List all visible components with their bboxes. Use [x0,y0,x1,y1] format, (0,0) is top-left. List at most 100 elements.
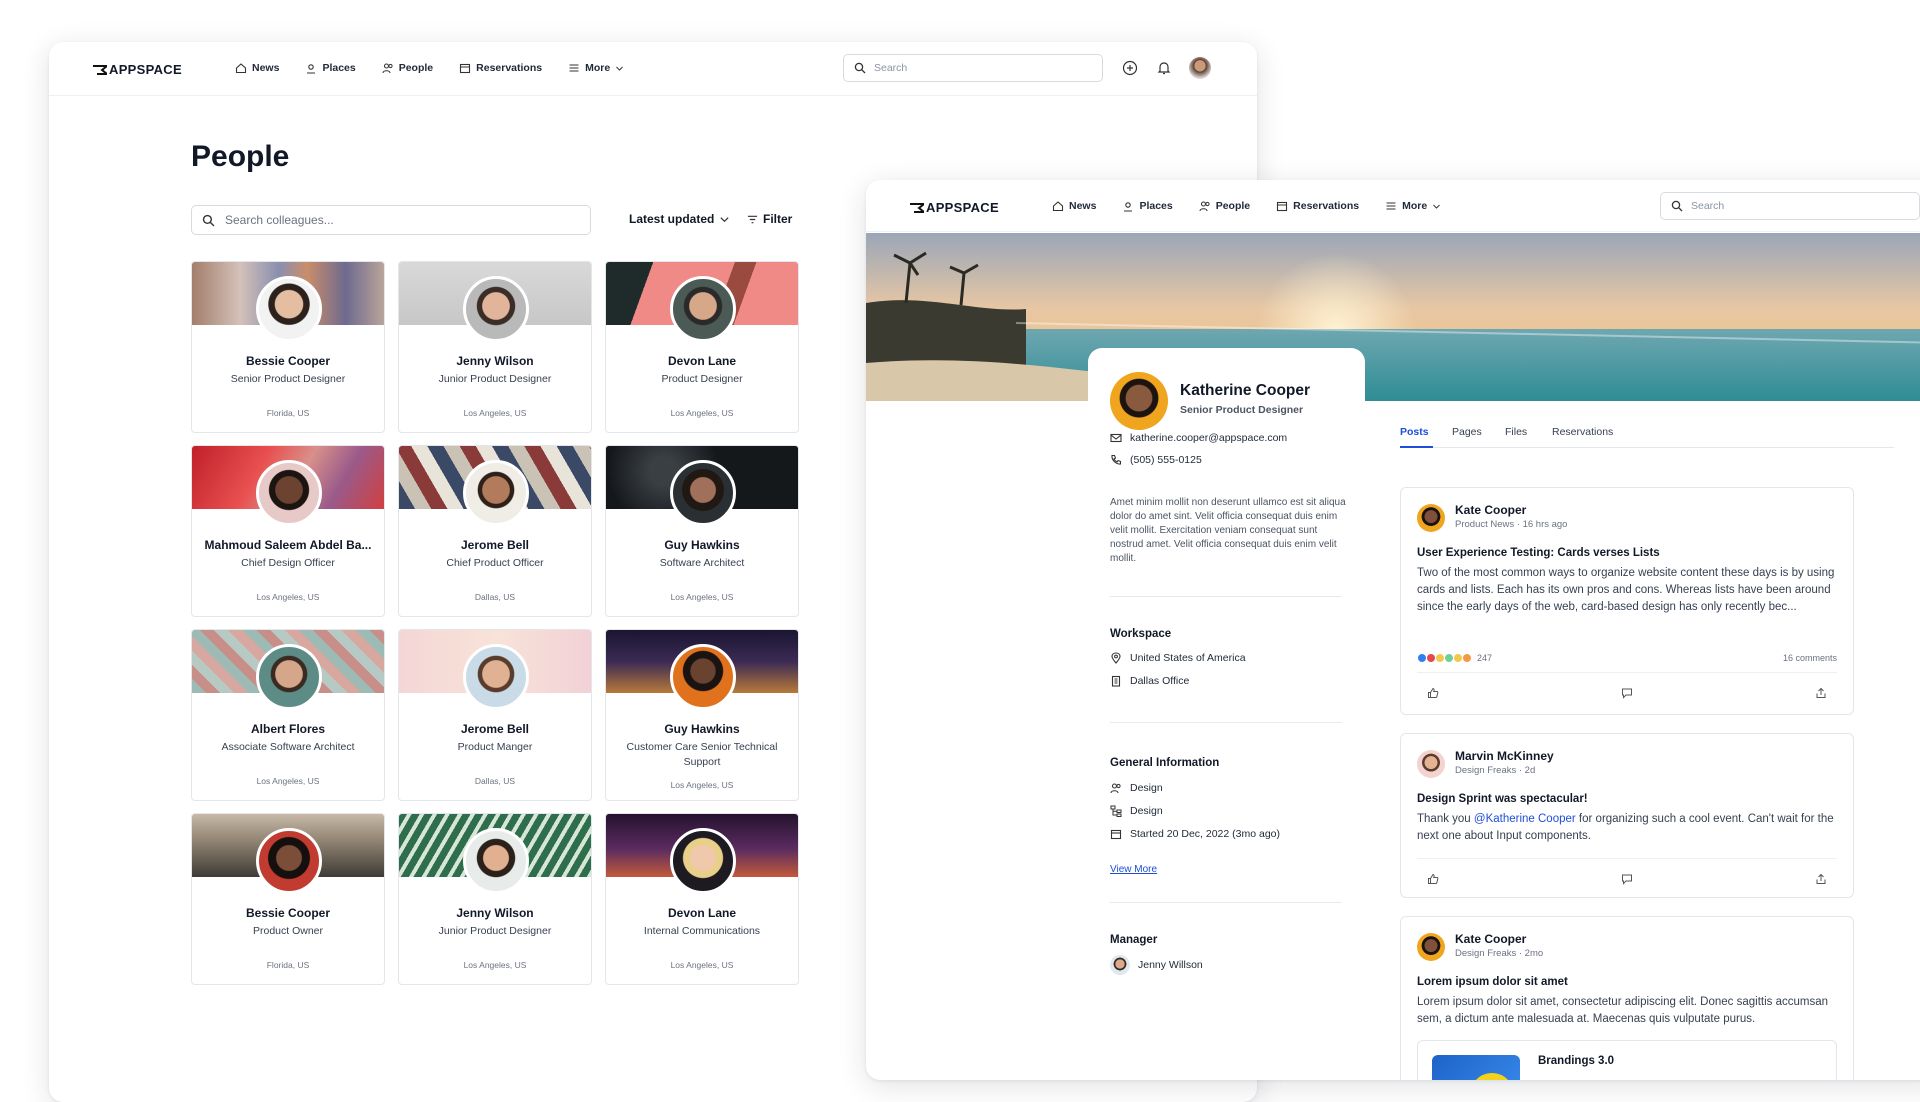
location-pin-icon [1111,652,1121,664]
person-location: Los Angeles, US [256,592,320,602]
profile-phone[interactable]: (505) 555-0125 [1110,454,1202,466]
post-actions [1401,687,1853,711]
sort-dropdown[interactable]: Latest updated [629,212,730,226]
nav-people[interactable]: People [1199,200,1250,212]
person-location: Los Angeles, US [670,960,734,970]
person-card[interactable]: Albert Flores Associate Software Archite… [191,629,385,801]
post-meta: Product News · 16 hrs ago [1455,519,1568,530]
workspace-office: Dallas Office [1110,675,1189,687]
post-title[interactable]: User Experience Testing: Cards verses Li… [1417,547,1660,559]
appspace-logo[interactable]: APPSPACE [910,200,999,215]
person-avatar [256,276,322,342]
person-card[interactable]: Jenny Wilson Junior Product Designer Los… [398,261,592,433]
person-card[interactable]: Devon Lane Product Designer Los Angeles,… [605,261,799,433]
search-icon [1671,200,1683,212]
post-author[interactable]: Marvin McKinney [1455,749,1554,763]
tab-files[interactable]: Files [1505,426,1527,438]
manager-heading: Manager [1110,934,1158,946]
share-icon[interactable] [1815,873,1827,885]
colleague-search-input[interactable]: Search colleagues... [191,205,591,235]
nav-news-label: News [252,62,280,74]
global-search-placeholder: Search [874,62,908,74]
post-author[interactable]: Kate Cooper [1455,932,1526,946]
profile-tabs: Posts Pages Files Reservations [1400,420,1894,448]
workspace-country-text: United States of America [1130,652,1246,664]
add-button[interactable] [1120,58,1140,78]
filter-button[interactable]: Filter [747,212,792,226]
person-role: Customer Care Senior Technical Support [626,741,778,768]
person-card[interactable]: Guy Hawkins Software Architect Los Angel… [605,445,799,617]
person-card[interactable]: Guy Hawkins Customer Care Senior Technic… [605,629,799,801]
hamburger-icon [569,64,579,72]
person-card[interactable]: Jerome Bell Chief Product Officer Dallas… [398,445,592,617]
post-title[interactable]: Lorem ipsum dolor sit amet [1417,976,1568,988]
general-team: Design [1110,782,1163,794]
calendar-icon [460,63,471,74]
appspace-logo[interactable]: APPSPACE [93,62,182,77]
person-avatar [670,460,736,526]
profile-cover-image [866,233,1920,401]
person-card[interactable]: Mahmoud Saleem Abdel Ba... Chief Design … [191,445,385,617]
global-search-input[interactable]: Search [843,54,1103,82]
general-start-date: Started 20 Dec, 2022 (3mo ago) [1110,828,1280,840]
sort-label: Latest updated [629,212,715,226]
nav-news[interactable]: News [1052,200,1096,212]
person-location: Florida, US [266,960,310,970]
global-search-input[interactable]: Search [1660,192,1920,220]
comment-count[interactable]: 16 comments [1783,653,1837,663]
person-card[interactable]: Bessie Cooper Product Owner Florida, US [191,813,385,985]
nav-more[interactable]: More [568,62,624,74]
notifications-button[interactable] [1154,58,1174,78]
search-icon [854,62,866,74]
nav-people[interactable]: People [382,62,433,74]
nav-more[interactable]: More [1385,200,1441,212]
divider [1417,858,1837,859]
tab-pages[interactable]: Pages [1452,426,1482,438]
nav-news[interactable]: News [235,62,279,74]
person-location: Los Angeles, US [256,776,320,786]
person-name: Devon Lane [667,906,736,920]
post-reactions[interactable]: 247 [1417,653,1492,663]
share-icon[interactable] [1815,687,1827,699]
user-avatar[interactable] [1189,57,1211,79]
embedded-page-card[interactable]: Brandings 3.0 [1417,1040,1837,1080]
post-title[interactable]: Design Sprint was spectacular! [1417,793,1588,805]
nav-more-label: More [1402,200,1428,212]
global-search-placeholder: Search [1691,200,1725,212]
person-card[interactable]: Jerome Bell Product Manger Dallas, US [398,629,592,801]
person-role: Product Owner [252,925,324,937]
person-avatar [670,644,736,710]
thumbs-up-icon[interactable] [1427,687,1439,699]
nav-places[interactable]: Places [1122,200,1173,212]
appspace-mark-icon [93,64,107,75]
top-navigation: APPSPACE News Places People Reservations… [49,42,1257,96]
nav-reservations[interactable]: Reservations [1276,200,1359,212]
person-location: Los Angeles, US [670,592,734,602]
filter-icon [747,215,758,223]
thumbs-up-icon[interactable] [1427,873,1439,885]
person-card[interactable]: Devon Lane Internal Communications Los A… [605,813,799,985]
post-meta: Design Freaks · 2d [1455,765,1536,776]
tab-reservations[interactable]: Reservations [1552,426,1613,438]
view-more-link[interactable]: View More [1110,864,1157,875]
tab-posts[interactable]: Posts [1400,426,1429,438]
branding-graphic-icon [1475,1073,1509,1080]
post-author[interactable]: Kate Cooper [1455,503,1526,517]
profile-email[interactable]: katherine.cooper@appspace.com [1110,432,1287,444]
person-card[interactable]: Jenny Wilson Junior Product Designer Los… [398,813,592,985]
manager-entry[interactable]: Jenny Willson [1110,955,1203,975]
nav-reservations[interactable]: Reservations [459,62,542,74]
comment-icon[interactable] [1621,687,1633,699]
mention-link[interactable]: @Katherine Cooper [1474,813,1576,825]
person-role: Software Architect [659,557,745,569]
nav-news-label: News [1069,200,1097,212]
nav-reservations-label: Reservations [476,62,543,74]
person-card[interactable]: Bessie Cooper Senior Product Designer Fl… [191,261,385,433]
divider [1417,672,1837,673]
building-icon [1111,675,1121,687]
comment-icon[interactable] [1621,873,1633,885]
nav-places[interactable]: Places [305,62,356,74]
nav-more-label: More [585,62,611,74]
reaction-count: 247 [1477,653,1493,663]
person-location: Los Angeles, US [670,780,734,790]
